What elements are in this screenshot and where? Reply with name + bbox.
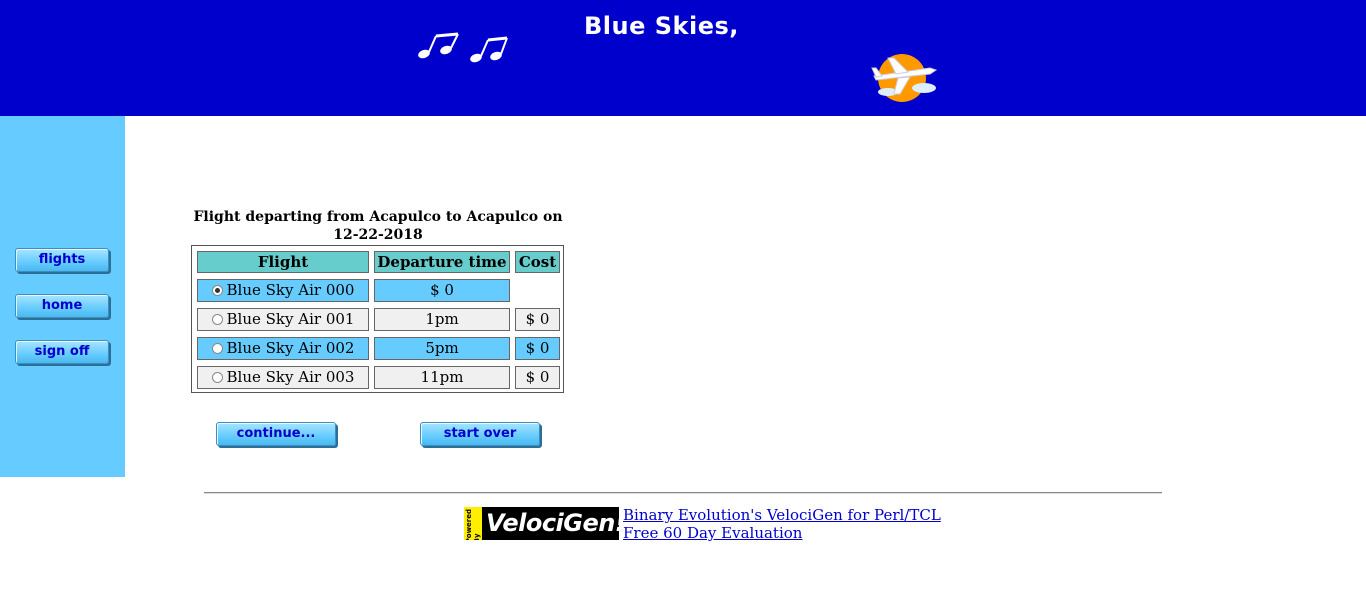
sidebar-item-sign-off[interactable]: sign off xyxy=(15,340,109,364)
airplane-sun-icon xyxy=(871,54,938,102)
departure-time-cell: 1pm xyxy=(374,308,510,331)
column-header-departure-time: Departure time xyxy=(374,251,510,273)
table-row-flight-001[interactable]: Blue Sky Air 001 xyxy=(197,308,369,331)
column-header-flight: Flight xyxy=(197,251,369,273)
flight-radio-000[interactable] xyxy=(211,284,223,296)
departure-time-cell: 11pm xyxy=(374,366,510,389)
cost-cell: $ 0 xyxy=(515,366,560,389)
table-row-flight-000[interactable]: Blue Sky Air 000 xyxy=(197,279,369,302)
powered-by-badge: Powered By xyxy=(464,507,482,540)
flight-caption: Flight departing from Acapulco to Acapul… xyxy=(193,209,563,243)
column-header-cost: Cost xyxy=(515,251,560,273)
continue-button[interactable]: continue... xyxy=(216,422,336,446)
table-row-flight-003[interactable]: Blue Sky Air 003 xyxy=(197,366,369,389)
site-title: Blue Skies, xyxy=(584,12,739,40)
footer-links: Binary Evolution's VelociGen for Perl/TC… xyxy=(623,506,941,542)
sidebar-item-home[interactable]: home xyxy=(15,294,109,318)
flight-name: Blue Sky Air 000 xyxy=(226,281,355,299)
free-evaluation-link[interactable]: Free 60 Day Evaluation xyxy=(623,524,941,542)
flight-name: Blue Sky Air 003 xyxy=(226,368,355,386)
cost-cell: $ 0 xyxy=(515,308,560,331)
flight-radio-002[interactable] xyxy=(211,342,223,354)
velocigen-wordmark: VelociGen! xyxy=(486,509,619,537)
flight-name: Blue Sky Air 002 xyxy=(226,339,355,357)
sidebar-item-flights[interactable]: flights xyxy=(15,248,109,272)
cost-cell: $ 0 xyxy=(515,337,560,360)
banner: Blue Skies, xyxy=(0,0,1366,116)
music-notes-icon xyxy=(418,32,508,63)
flight-name: Blue Sky Air 001 xyxy=(226,310,355,328)
departure-time-cell: 5pm xyxy=(374,337,510,360)
velocigen-logo[interactable]: Powered By VelociGen! xyxy=(464,507,619,540)
table-row-flight-002[interactable]: Blue Sky Air 002 xyxy=(197,337,369,360)
departure-time-cell: $ 0 xyxy=(374,279,510,302)
flight-radio-001[interactable] xyxy=(211,313,223,325)
start-over-button[interactable]: start over xyxy=(420,422,540,446)
footer-divider xyxy=(204,492,1162,494)
flight-radio-003[interactable] xyxy=(211,371,223,383)
velocigen-link[interactable]: Binary Evolution's VelociGen for Perl/TC… xyxy=(623,506,941,524)
